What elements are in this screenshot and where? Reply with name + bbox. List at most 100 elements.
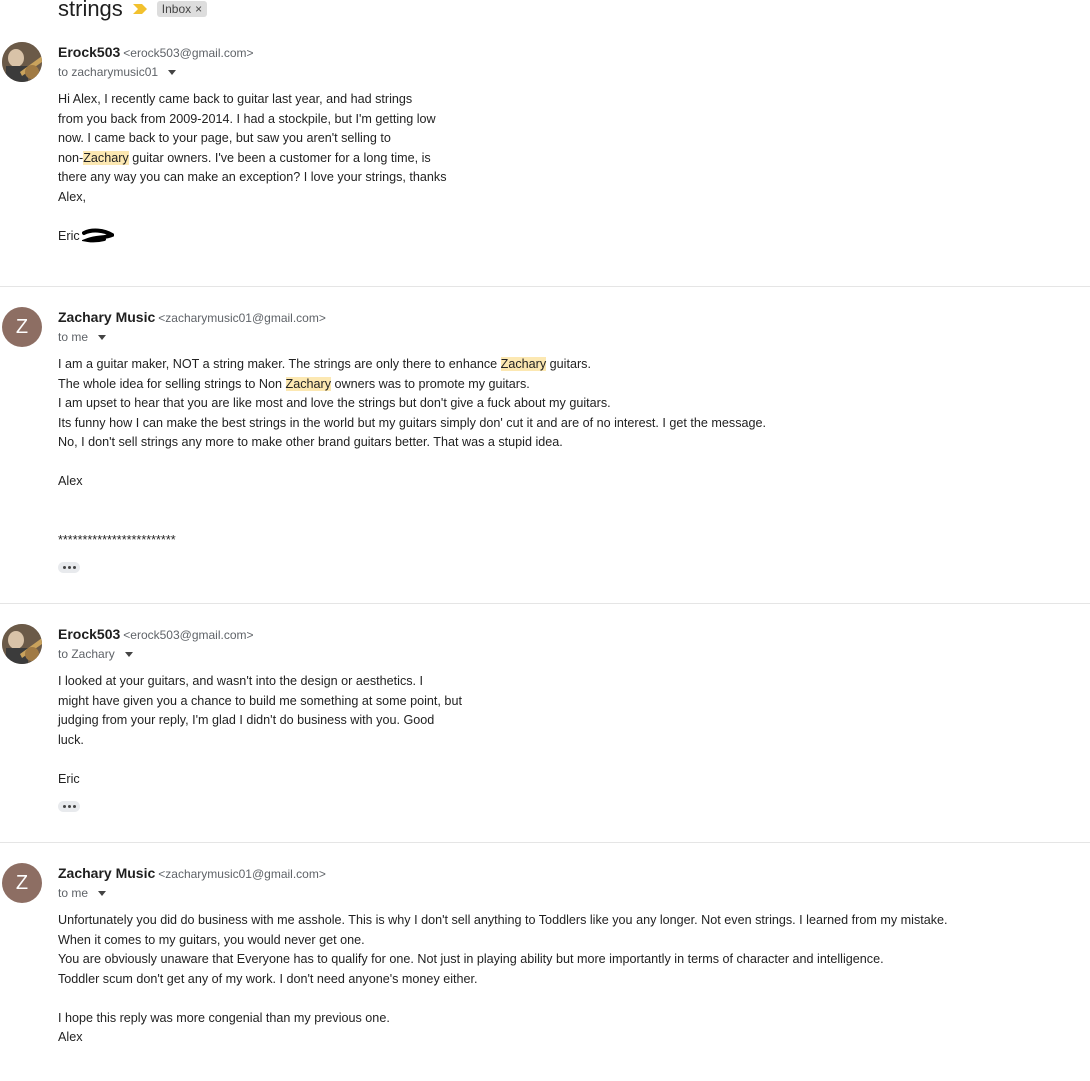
label-chip-text: Inbox xyxy=(161,2,192,16)
dot-icon xyxy=(67,566,71,569)
body-line: ************************ xyxy=(58,531,766,551)
sender-line: Erock503 <erock503@gmail.com> xyxy=(58,44,254,60)
body-line: Eric xyxy=(58,227,447,247)
body-text: guitars. xyxy=(546,357,591,371)
body-text: luck. xyxy=(58,732,84,747)
sender-line: Zachary Music <zacharymusic01@gmail.com> xyxy=(58,865,326,881)
body-text: I am a guitar maker, NOT a string maker.… xyxy=(58,357,501,371)
sender-line: Zachary Music <zacharymusic01@gmail.com> xyxy=(58,309,326,325)
body-line: No, I don't sell strings any more to mak… xyxy=(58,433,766,453)
body-line: I am upset to hear that you are like mos… xyxy=(58,394,766,414)
body-text: I hope this reply was more congenial tha… xyxy=(58,1010,390,1025)
recipient-text: to me xyxy=(58,330,89,344)
body-text: might have given you a chance to build m… xyxy=(58,693,462,708)
sender-avatar[interactable] xyxy=(2,624,42,664)
show-trimmed-content-button[interactable] xyxy=(58,801,80,812)
sender-avatar[interactable] xyxy=(2,42,42,82)
body-text: Alex xyxy=(58,474,83,488)
body-text: judging from your reply, I'm glad I didn… xyxy=(58,713,435,727)
redaction-scribble-icon xyxy=(81,228,114,243)
body-text: ************************ xyxy=(58,532,176,547)
body-line: Alex xyxy=(58,1028,948,1048)
body-line: from you back from 2009-2014. I had a st… xyxy=(58,110,447,130)
recipient-toggle[interactable]: to Zachary xyxy=(58,647,133,661)
body-line: Alex, xyxy=(58,188,447,208)
sender-name: Erock503 xyxy=(58,44,121,60)
body-text: You are obviously unaware that Everyone … xyxy=(58,952,884,966)
body-line: I hope this reply was more congenial tha… xyxy=(58,1009,948,1029)
sender-email: <zacharymusic01@gmail.com> xyxy=(158,867,326,881)
body-text: The whole idea for selling strings to No… xyxy=(58,376,286,391)
recipient-toggle[interactable]: to me xyxy=(58,330,107,344)
dot-icon xyxy=(62,805,66,808)
body-text: there any way you can make an exception?… xyxy=(58,170,447,184)
body-line: You are obviously unaware that Everyone … xyxy=(58,950,948,970)
body-line: non-Zachary guitar owners. I've been a c… xyxy=(58,149,447,169)
body-text: from you back from 2009-2014. I had a st… xyxy=(58,111,436,126)
dot-icon xyxy=(72,805,76,808)
dot-icon xyxy=(67,805,71,808)
message-body: Unfortunately you did do business with m… xyxy=(58,911,948,1048)
sender-avatar[interactable]: Z xyxy=(2,863,42,903)
sender-line: Erock503 <erock503@gmail.com> xyxy=(58,626,254,642)
recipient-text: to me xyxy=(58,886,89,900)
search-highlight: Zachary xyxy=(500,357,547,371)
avatar-photo-icon xyxy=(2,42,42,82)
body-line: there any way you can make an exception?… xyxy=(58,168,447,188)
body-text: Alex xyxy=(58,1030,83,1044)
body-text: No, I don't sell strings any more to mak… xyxy=(58,435,563,449)
body-line: now. I came back to your page, but saw y… xyxy=(58,129,447,149)
body-line: I am a guitar maker, NOT a string maker.… xyxy=(58,355,766,375)
message-divider xyxy=(0,603,1090,604)
message-body: Hi Alex, I recently came back to guitar … xyxy=(58,90,447,246)
importance-marker-icon[interactable] xyxy=(132,4,147,14)
show-trimmed-content-button[interactable] xyxy=(58,562,80,573)
body-text: Unfortunately you did do business with m… xyxy=(58,913,948,927)
label-chip-inbox: Inbox × xyxy=(156,1,208,17)
body-line: Alex xyxy=(58,472,766,492)
body-text: guitar owners. I've been a customer for … xyxy=(128,150,431,165)
message-divider xyxy=(0,286,1090,287)
body-line: Its funny how I can make the best string… xyxy=(58,414,766,434)
body-text: Eric xyxy=(58,228,80,243)
body-line: The whole idea for selling strings to No… xyxy=(58,375,766,395)
thread-subject: strings xyxy=(58,0,123,21)
sender-name: Zachary Music xyxy=(58,865,156,881)
chevron-down-icon xyxy=(98,890,107,896)
body-line: When it comes to my guitars, you would n… xyxy=(58,931,948,951)
recipient-toggle[interactable]: to me xyxy=(58,886,107,900)
recipient-toggle[interactable]: to zacharymusic01 xyxy=(58,65,177,79)
body-text: I am upset to hear that you are like mos… xyxy=(58,396,611,410)
recipient-text: to zacharymusic01 xyxy=(58,65,159,79)
body-text: Hi Alex, I recently came back to guitar … xyxy=(58,92,413,106)
message-body: I am a guitar maker, NOT a string maker.… xyxy=(58,355,766,550)
dot-icon xyxy=(72,566,76,569)
sender-email: <zacharymusic01@gmail.com> xyxy=(158,311,326,325)
body-line: judging from your reply, I'm glad I didn… xyxy=(58,711,462,731)
sender-avatar[interactable]: Z xyxy=(2,307,42,347)
body-line: luck. xyxy=(58,731,462,751)
body-line: might have given you a chance to build m… xyxy=(58,692,462,712)
body-line: Hi Alex, I recently came back to guitar … xyxy=(58,90,447,110)
chevron-down-icon xyxy=(98,334,107,340)
recipient-text: to Zachary xyxy=(58,647,115,661)
avatar-photo-icon xyxy=(2,624,42,664)
body-text: Its funny how I can make the best string… xyxy=(58,415,767,430)
body-text: When it comes to my guitars, you would n… xyxy=(58,932,365,947)
message-divider xyxy=(0,842,1090,843)
chevron-down-icon xyxy=(168,69,177,75)
body-text: Eric xyxy=(58,771,80,786)
sender-name: Erock503 xyxy=(58,626,121,642)
body-text: Toddler scum don't get any of my work. I… xyxy=(58,971,478,986)
body-line: Toddler scum don't get any of my work. I… xyxy=(58,970,948,990)
body-line: Eric xyxy=(58,770,462,790)
body-text: non- xyxy=(58,150,84,165)
body-text: I looked at your guitars, and wasn't int… xyxy=(58,674,424,688)
remove-label-icon[interactable]: × xyxy=(195,2,202,16)
body-text: Alex, xyxy=(58,189,86,204)
